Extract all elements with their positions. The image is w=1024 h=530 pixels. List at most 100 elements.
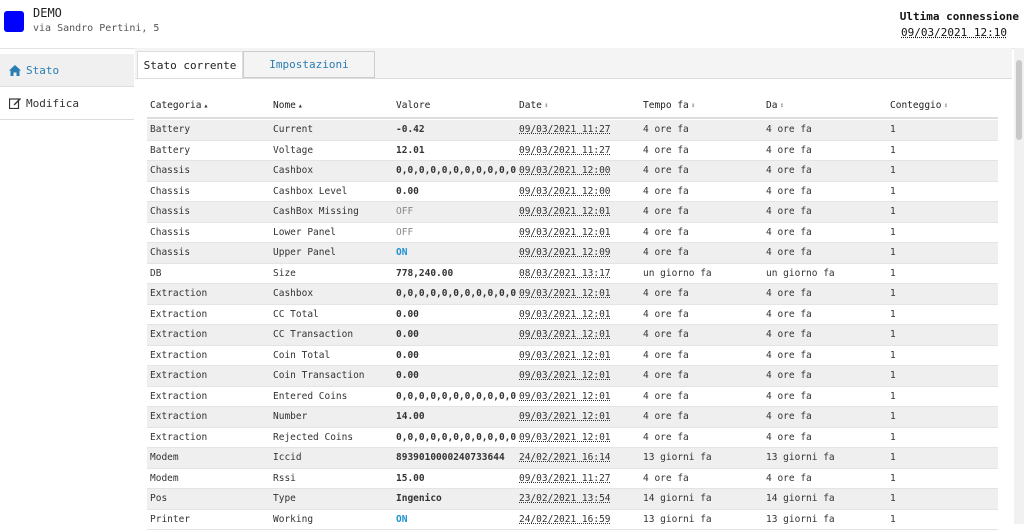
cell-date: 09/03/2021 11:27 (519, 124, 639, 135)
scroll-thumb[interactable] (1016, 60, 1022, 140)
column-header-categoria[interactable]: Categoria▴ (150, 100, 208, 111)
column-header-nome[interactable]: Nome▴ (273, 100, 303, 111)
cell-date: 09/03/2021 12:01 (519, 391, 639, 402)
cell-category: Extraction (150, 432, 270, 443)
cell-date: 09/03/2021 12:00 (519, 186, 639, 197)
column-header-date[interactable]: Date⬍ (519, 100, 549, 111)
last-connection-value: 09/03/2021 12:10 (901, 26, 1007, 39)
table-row: ChassisCashbox0,0,0,0,0,0,0,0,0,0,0,0,0,… (147, 161, 998, 182)
column-header-label: Valore (396, 100, 430, 111)
table-row: ModemRssi15.0009/03/2021 11:274 ore fa4 … (147, 469, 998, 490)
cell-since: 4 ore fa (766, 473, 886, 484)
cell-time-ago: un giorno fa (643, 268, 763, 279)
sidebar-item-modifica[interactable]: Modifica (0, 87, 134, 120)
last-connection-label: Ultima connessione (900, 10, 1019, 23)
cell-since: 4 ore fa (766, 391, 886, 402)
cell-value: 0.00 (396, 370, 517, 381)
table-row: ChassisUpper PanelON09/03/2021 12:094 or… (147, 243, 998, 264)
column-header-label: Conteggio (890, 100, 941, 111)
cell-time-ago: 4 ore fa (643, 309, 763, 320)
cell-since: 4 ore fa (766, 432, 886, 443)
cell-value: 15.00 (396, 473, 517, 484)
table-row: ExtractionNumber14.0009/03/2021 12:014 o… (147, 407, 998, 428)
top-header: DEMO via Sandro Pertini, 5 Ultima connes… (0, 0, 1024, 49)
cell-date: 09/03/2021 11:27 (519, 473, 639, 484)
table-row: ExtractionEntered Coins0,0,0,0,0,0,0,0,0… (147, 387, 998, 408)
column-header-tempo-fa[interactable]: Tempo fa⬍ (643, 100, 696, 111)
cell-since: 4 ore fa (766, 206, 886, 217)
cell-count: 1 (890, 309, 990, 320)
cell-count: 1 (890, 432, 990, 443)
cell-name: CC Transaction (273, 329, 393, 340)
cell-since: 4 ore fa (766, 145, 886, 156)
tab-bar: Stato corrente Impostazioni (135, 48, 1012, 78)
sort-asc-icon: ▴ (203, 101, 208, 110)
cell-date: 24/02/2021 16:14 (519, 452, 639, 463)
column-header-valore[interactable]: Valore (396, 100, 430, 111)
table-row: PosTypeIngenico23/02/2021 13:5414 giorni… (147, 489, 998, 510)
cell-date: 09/03/2021 12:01 (519, 309, 639, 320)
cell-time-ago: 4 ore fa (643, 432, 763, 443)
cell-since: 4 ore fa (766, 309, 886, 320)
cell-value: 0.00 (396, 350, 517, 361)
column-header-conteggio[interactable]: Conteggio⬍ (890, 100, 948, 111)
sidebar-item-label: Modifica (26, 97, 79, 110)
cell-time-ago: 4 ore fa (643, 411, 763, 422)
cell-value: -0.42 (396, 124, 517, 135)
cell-value: Ingenico (396, 493, 517, 504)
column-header-label: Tempo fa (643, 100, 689, 111)
table-row: ChassisCashbox Level0.0009/03/2021 12:00… (147, 182, 998, 203)
cell-category: Modem (150, 473, 270, 484)
tab-stato-corrente[interactable]: Stato corrente (137, 51, 243, 78)
cell-date: 09/03/2021 12:09 (519, 247, 639, 258)
cell-date: 09/03/2021 12:01 (519, 206, 639, 217)
cell-time-ago: 4 ore fa (643, 124, 763, 135)
table-row: ChassisCashBox MissingOFF09/03/2021 12:0… (147, 202, 998, 223)
page-scrollbar[interactable] (1014, 48, 1024, 524)
cell-count: 1 (890, 452, 990, 463)
cell-value: OFF (396, 206, 517, 217)
table-row: ExtractionRejected Coins0,0,0,0,0,0,0,0,… (147, 428, 998, 449)
cell-date: 09/03/2021 12:01 (519, 411, 639, 422)
cell-date: 09/03/2021 12:00 (519, 165, 639, 176)
cell-time-ago: 4 ore fa (643, 329, 763, 340)
sort-icon: ⬍ (691, 101, 696, 110)
cell-category: Printer (150, 514, 270, 525)
cell-name: Cashbox Level (273, 186, 393, 197)
cell-count: 1 (890, 227, 990, 238)
column-header-label: Categoria (150, 100, 201, 111)
cell-category: Chassis (150, 247, 270, 258)
cell-time-ago: 4 ore fa (643, 145, 763, 156)
cell-value: 12.01 (396, 145, 517, 156)
cell-since: 4 ore fa (766, 288, 886, 299)
sidebar-item-stato[interactable]: Stato (0, 54, 134, 87)
cell-count: 1 (890, 124, 990, 135)
cell-count: 1 (890, 493, 990, 504)
table-row: ExtractionCashbox0,0,0,0,0,0,0,0,0,0,0,0… (147, 284, 998, 305)
cell-value: 14.00 (396, 411, 517, 422)
cell-name: Voltage (273, 145, 393, 156)
cell-category: Extraction (150, 329, 270, 340)
cell-category: Extraction (150, 391, 270, 402)
tab-impostazioni[interactable]: Impostazioni (243, 51, 375, 78)
column-header-da[interactable]: Da⬍ (766, 100, 784, 111)
cell-since: 14 giorni fa (766, 493, 886, 504)
cell-category: Chassis (150, 186, 270, 197)
cell-time-ago: 4 ore fa (643, 288, 763, 299)
cell-value: 0.00 (396, 309, 517, 320)
table-row: ChassisLower PanelOFF09/03/2021 12:014 o… (147, 223, 998, 244)
sidebar: Stato Modifica (0, 54, 134, 524)
table-row: ExtractionCoin Total0.0009/03/2021 12:01… (147, 346, 998, 367)
cell-date: 09/03/2021 12:01 (519, 370, 639, 381)
cell-name: Entered Coins (273, 391, 393, 402)
cell-category: Chassis (150, 206, 270, 217)
cell-count: 1 (890, 268, 990, 279)
cell-since: 4 ore fa (766, 247, 886, 258)
cell-count: 1 (890, 514, 990, 525)
cell-since: 4 ore fa (766, 227, 886, 238)
cell-time-ago: 4 ore fa (643, 370, 763, 381)
cell-name: Working (273, 514, 393, 525)
cell-time-ago: 4 ore fa (643, 247, 763, 258)
cell-since: 13 giorni fa (766, 452, 886, 463)
cell-value: ON (396, 514, 517, 525)
